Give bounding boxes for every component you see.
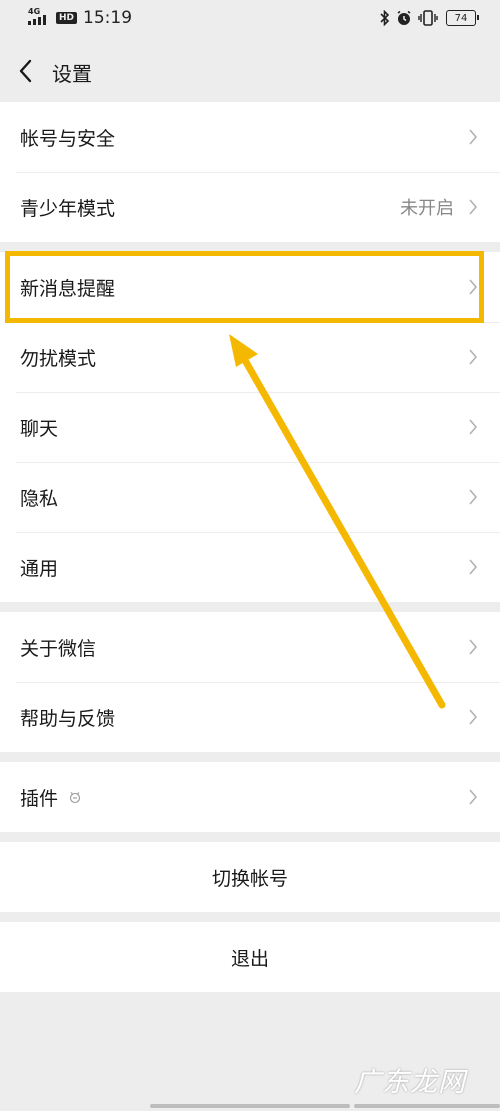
chevron-right-icon	[469, 709, 478, 725]
settings-item-chat[interactable]: 聊天	[0, 392, 500, 462]
chevron-right-icon	[469, 489, 478, 505]
home-indicator	[150, 1104, 350, 1108]
settings-group-plugins: 插件	[0, 762, 500, 832]
home-indicator-secondary	[354, 1104, 500, 1108]
settings-item-label: 帐号与安全	[20, 127, 116, 150]
back-arrow-icon[interactable]	[14, 56, 38, 86]
bluetooth-icon	[380, 10, 390, 26]
chevron-right-icon	[469, 279, 478, 295]
settings-item-label: 聊天	[20, 417, 59, 440]
teen-mode-status: 未开启	[400, 198, 454, 219]
settings-item-label: 青少年模式	[20, 197, 116, 220]
chevron-right-icon	[469, 419, 478, 435]
settings-item-privacy[interactable]: 隐私	[0, 462, 500, 532]
chevron-right-icon	[469, 559, 478, 575]
logout-section: 退出	[0, 922, 500, 992]
settings-item-label: 隐私	[20, 487, 59, 510]
settings-item-label: 新消息提醒	[20, 277, 116, 300]
battery-icon: 74	[446, 10, 479, 26]
status-bar-right: 74	[374, 10, 479, 26]
settings-item-label: 勿扰模式	[20, 347, 97, 370]
settings-item-account-security[interactable]: 帐号与安全	[0, 102, 500, 172]
hd-badge: HD	[56, 12, 78, 24]
settings-item-about-wechat[interactable]: 关于微信	[0, 612, 500, 682]
settings-item-label: 插件	[20, 787, 59, 810]
watermark: 广东龙网	[354, 1067, 466, 1098]
settings-item-general[interactable]: 通用	[0, 532, 500, 602]
settings-item-teen-mode[interactable]: 青少年模式 未开启	[0, 172, 500, 242]
status-bar-left: 4G HD 15:19	[28, 7, 133, 28]
settings-item-plugins[interactable]: 插件	[0, 762, 500, 832]
settings-item-do-not-disturb[interactable]: 勿扰模式	[0, 322, 500, 392]
status-time: 15:19	[83, 8, 133, 28]
chevron-right-icon	[469, 639, 478, 655]
switch-account-button[interactable]: 切换帐号	[0, 842, 500, 912]
chevron-right-icon	[469, 199, 478, 215]
nav-bar: 设置	[0, 40, 500, 102]
settings-group-about: 关于微信 帮助与反馈	[0, 612, 500, 752]
logout-button[interactable]: 退出	[0, 922, 500, 992]
settings-item-help-feedback[interactable]: 帮助与反馈	[0, 682, 500, 752]
settings-item-label: 帮助与反馈	[20, 707, 116, 730]
chevron-right-icon	[469, 349, 478, 365]
plugin-badge-icon	[69, 792, 81, 804]
settings-group-general: 新消息提醒 勿扰模式 聊天 隐私 通用	[0, 252, 500, 602]
status-bar: 4G HD 15:19 74	[0, 0, 500, 40]
chevron-right-icon	[469, 129, 478, 145]
settings-item-label: 关于微信	[20, 637, 97, 660]
settings-item-new-message-notification[interactable]: 新消息提醒	[0, 252, 500, 322]
network-type: 4G	[28, 7, 41, 16]
alarm-icon	[397, 10, 411, 25]
vibrate-icon	[418, 10, 438, 26]
settings-group-account: 帐号与安全 青少年模式 未开启	[0, 102, 500, 242]
page-title: 设置	[52, 62, 92, 86]
cellular-signal-icon: 4G	[28, 7, 52, 27]
settings-item-label: 通用	[20, 557, 59, 580]
switch-account-section: 切换帐号	[0, 842, 500, 912]
chevron-right-icon	[469, 789, 478, 805]
